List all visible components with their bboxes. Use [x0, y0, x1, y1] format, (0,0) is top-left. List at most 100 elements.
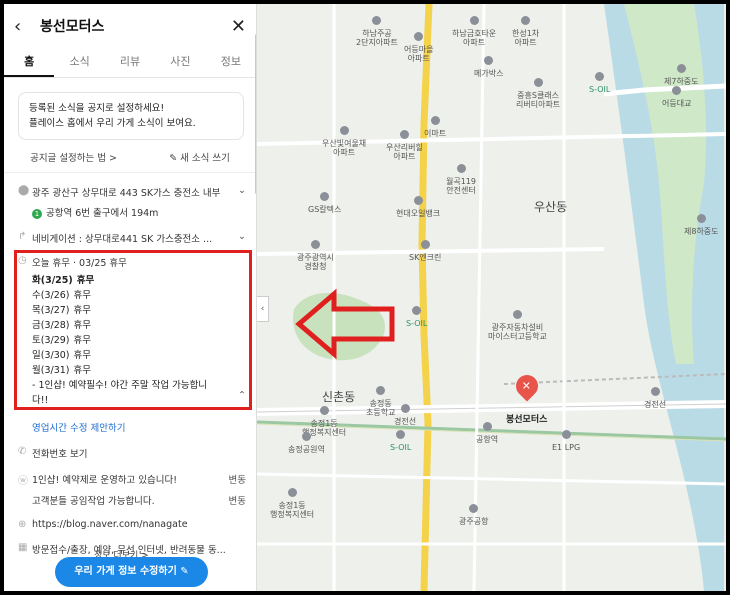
phone-row[interactable]: ✆ 전화번호 보기 [4, 446, 256, 460]
chevron-down-icon[interactable]: ⌄ [238, 231, 246, 242]
phone-link[interactable]: 전화번호 보기 [32, 446, 246, 460]
gas-station-label[interactable]: S-OIL [390, 430, 411, 452]
new-post-link[interactable]: ✎ 새 소식 쓰기 [169, 150, 230, 164]
highlight-annotation [14, 250, 252, 410]
poi-icon [533, 78, 543, 87]
poi-icon [469, 16, 479, 25]
poi-icon [561, 430, 571, 439]
tab-home[interactable]: 홈 [4, 48, 55, 77]
map-poi-label[interactable]: 송정동 초등학교 [366, 386, 395, 418]
map-poi-label[interactable]: 제8하중도 [684, 214, 719, 236]
map-poi-label[interactable]: 하남금호타운 아파트 [452, 16, 496, 48]
map-poi-label[interactable]: 공항역 [476, 422, 498, 444]
poi-icon [400, 404, 410, 413]
map-label-text: 하남주공 [362, 29, 392, 39]
desc-text-2: 고객분들 공임작업 가능합니다. [32, 496, 155, 507]
gas-station-label[interactable]: S-OIL [406, 306, 427, 328]
map-label-text: SK엔크린 [409, 253, 442, 263]
tab-info[interactable]: 정보 [206, 48, 256, 77]
map-label-text: 아파트 [514, 38, 537, 48]
map-poi-label[interactable]: 중흥S클래스 리버티아파트 [516, 78, 560, 110]
close-icon[interactable]: ✕ [231, 16, 246, 37]
tab-news[interactable]: 소식 [54, 48, 104, 77]
poi-icon [414, 32, 424, 41]
notice-howto-link[interactable]: 공지글 설정하는 법 > [30, 150, 117, 164]
map-label-text: 광주광역시 [297, 253, 334, 263]
map-label-text: 아파트 [333, 148, 356, 158]
hours-edit-link[interactable]: 영업시간 수정 제안하기 [32, 420, 246, 434]
map-label-text: 아파트 [393, 152, 416, 162]
blog-row[interactable]: ⊕ https://blog.naver.com/nanagate [4, 519, 256, 530]
map-label-text: 송정공원역 [288, 445, 325, 455]
map-poi-label[interactable]: 광주광역시 경찰청 [297, 240, 334, 272]
map-poi-label[interactable]: 어등대교 [662, 86, 691, 108]
poi-icon [484, 56, 494, 65]
poi-icon [396, 430, 406, 439]
poi-icon [456, 164, 466, 173]
poi-icon [672, 86, 682, 95]
map-poi-label[interactable]: 경전선 [394, 404, 416, 426]
map-poi-label[interactable]: GS칼텍스 [308, 192, 341, 214]
place-title: 봉선모터스 [40, 19, 105, 35]
map-poi-label[interactable]: 이마트 [424, 116, 446, 138]
poi-icon [319, 406, 329, 415]
district-label[interactable]: 신촌동 [322, 390, 356, 405]
map-poi-label[interactable]: 현대오일뱅크 [396, 196, 440, 218]
blog-link[interactable]: https://blog.naver.com/nanagate [32, 519, 246, 530]
map-label-text: GS칼텍스 [308, 205, 342, 215]
map-poi-label[interactable]: 메가박스 [474, 56, 503, 78]
desc-row-2: 고객분들 공임작업 가능합니다. 변동 [4, 493, 256, 507]
store-map-label[interactable]: 봉선모터스 [506, 412, 547, 425]
map-poi-label[interactable]: 한성1차 아파트 [512, 16, 539, 48]
poi-icon [376, 386, 386, 395]
map-label-text: 초등학교 [366, 408, 396, 418]
notice-actions: 공지글 설정하는 법 > ✎ 새 소식 쓰기 [4, 150, 256, 173]
desc-text-1: 1인샵! 예약제로 운영하고 있습니다! [32, 475, 178, 486]
place-tabs: 홈 소식 리뷰 사진 정보 [4, 48, 256, 78]
map-poi-label[interactable]: 송정1동 행정복지센터 [270, 488, 314, 520]
notice-line-1: 등록된 소식을 공지로 설정하세요! [29, 103, 165, 114]
map-poi-label[interactable]: 제7하중도 [664, 64, 699, 86]
map-label-text: 월곡119 [446, 177, 476, 187]
map-label-text: 송정1동 [278, 501, 306, 511]
map-poi-label[interactable]: E1 LPG [552, 430, 580, 452]
edit-store-info-button[interactable]: 우리 가게 정보 수정하기 ✎ [55, 557, 208, 587]
panel-scrollbar[interactable] [255, 34, 256, 194]
tab-photos[interactable]: 사진 [155, 48, 205, 77]
map-label-text: 아파트 [407, 54, 430, 64]
route-icon: ↱ [18, 231, 27, 242]
hours-edit-row[interactable]: 영업시간 수정 제안하기 [4, 420, 256, 434]
chevron-down-icon[interactable]: ⌄ [238, 185, 246, 196]
collapse-panel-button[interactable]: ‹ [257, 296, 269, 322]
map-poi-label[interactable]: 송정공원역 [288, 432, 325, 454]
map-label-text: 리버티아파트 [516, 100, 561, 110]
map-label-text: 우산리버힐 [386, 143, 423, 153]
map-label-text: 경전선 [394, 417, 417, 427]
poi-icon [595, 72, 605, 81]
poi-icon [420, 240, 430, 249]
map-label-text: 어등마을 [404, 45, 434, 55]
map-label-text: 어등대교 [662, 99, 692, 109]
place-panel: ‹ 봉선모터스 ✕ 홈 소식 리뷰 사진 정보 등록된 소식을 공지로 설정하세… [4, 4, 257, 591]
map-poi-label[interactable]: 경전선 [644, 387, 666, 409]
back-icon[interactable]: ‹ [14, 16, 34, 37]
address-row[interactable]: ⬤ 광주 광산구 상무대로 443 SK가스 충전소 내부 ⌄ [4, 185, 256, 199]
map-poi-label[interactable]: 어등마을 아파트 [404, 32, 433, 64]
map-label-text: 경찰청 [304, 262, 327, 272]
map-poi-label[interactable]: 광주공항 [459, 504, 488, 526]
map-poi-label[interactable]: 우산빛여울채 아파트 [322, 126, 366, 158]
subway-text: 공항역 6번 출구에서 194m [46, 208, 159, 219]
map-poi-label[interactable]: 우산리버힐 아파트 [386, 130, 423, 162]
tab-reviews[interactable]: 리뷰 [105, 48, 155, 77]
navigation-row[interactable]: ↱ 네비게이션 : 상무대로441 SK 가스충전소 ... ⌄ [4, 231, 256, 245]
map-poi-label[interactable]: 광주자동차설비 마이스터고등학교 [488, 310, 547, 342]
map-label-text: 중흥S클래스 [517, 91, 560, 101]
district-label[interactable]: 우산동 [534, 200, 567, 215]
map-poi-label[interactable]: SK엔크린 [409, 240, 441, 262]
poi-icon [512, 310, 522, 319]
map-poi-label[interactable]: 하남주공 2단지아파트 [356, 16, 398, 48]
new-post-label: 새 소식 쓰기 [180, 153, 230, 164]
map-poi-label[interactable]: 월곡119 안전센터 [446, 164, 476, 196]
map-label-text: 신촌동 [322, 390, 356, 404]
gas-station-label[interactable]: S-OIL [589, 72, 610, 94]
